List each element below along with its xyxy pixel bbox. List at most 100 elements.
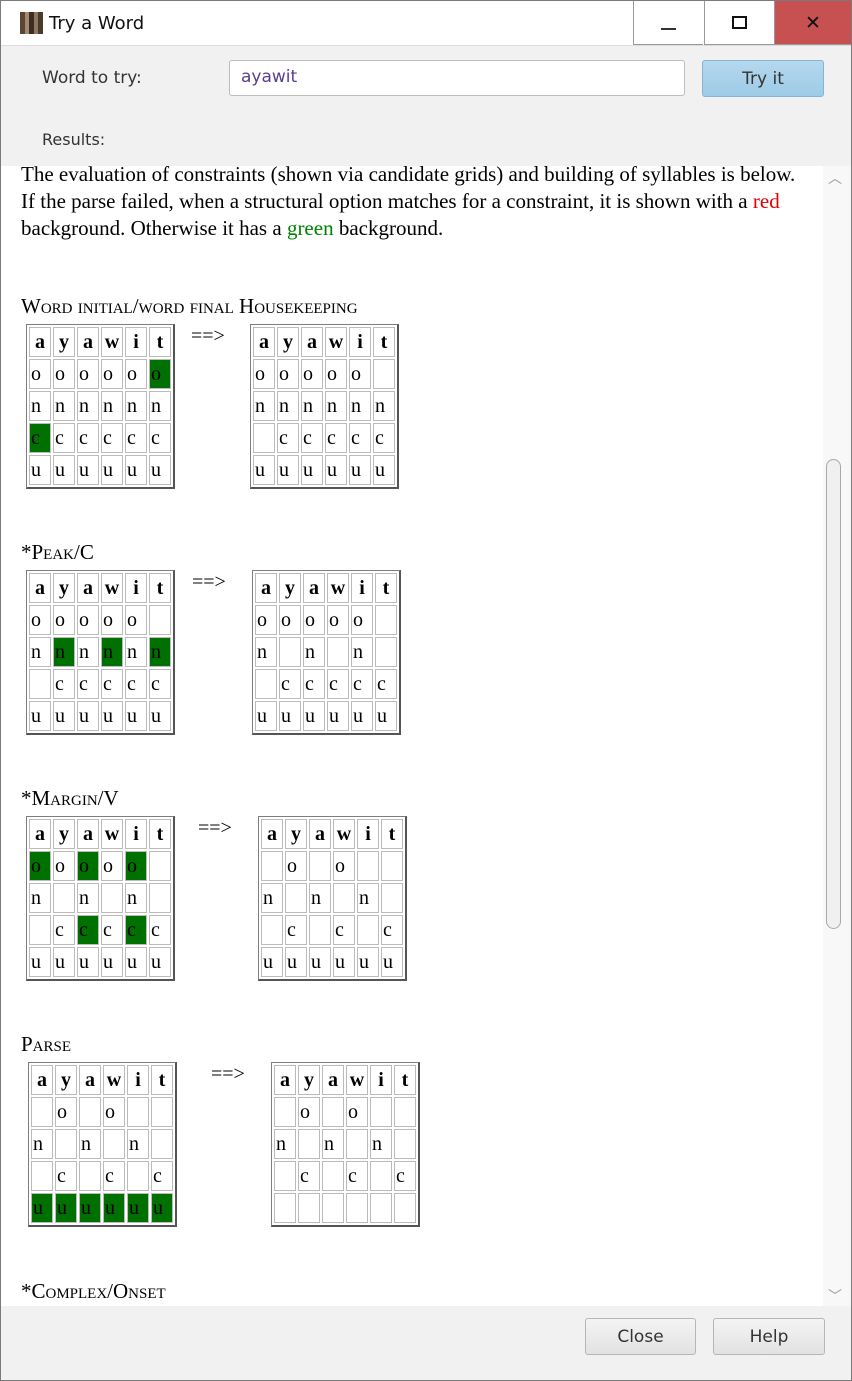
grid-cell bbox=[357, 915, 379, 945]
candidate-grid-after: ayawitooooonnnnnncccccuuuuuu bbox=[250, 324, 399, 489]
grid-cell bbox=[381, 851, 403, 881]
input-panel: Word to try: ayawit Try it Results: bbox=[1, 46, 851, 166]
grid-letter: w bbox=[103, 1065, 125, 1095]
candidate-grid-before: ayawitooooonnncccccuuuuuu bbox=[26, 816, 175, 981]
grid-letter: i bbox=[370, 1065, 392, 1095]
grid-cell: u bbox=[101, 701, 123, 731]
grid-cell: u bbox=[77, 947, 99, 977]
grid-cell: c bbox=[373, 423, 395, 453]
grid-cell: n bbox=[31, 1129, 53, 1159]
grid-cell: n bbox=[149, 637, 171, 667]
grid-cell: o bbox=[125, 359, 147, 389]
grid-letter: i bbox=[127, 1065, 149, 1095]
grid-cell: u bbox=[53, 947, 75, 977]
grid-cell: c bbox=[346, 1161, 368, 1191]
grid-letter: a bbox=[255, 573, 277, 603]
grid-cell bbox=[322, 1161, 344, 1191]
grid-cell: n bbox=[255, 637, 277, 667]
grid-cell: u bbox=[309, 947, 331, 977]
close-icon: ✕ bbox=[805, 11, 821, 34]
grid-cell: n bbox=[125, 391, 147, 421]
grid-letter: a bbox=[322, 1065, 344, 1095]
grid-cell bbox=[309, 915, 331, 945]
grid-cell bbox=[322, 1193, 344, 1223]
grid-cell bbox=[79, 1161, 101, 1191]
close-button[interactable]: Close bbox=[585, 1318, 696, 1355]
grid-letter: a bbox=[31, 1065, 53, 1095]
grid-letter: a bbox=[309, 819, 331, 849]
grid-cell: u bbox=[333, 947, 355, 977]
try-a-word-window: Try a Word ✕ Word to try: ayawit Try it … bbox=[0, 0, 852, 1381]
grid-cell: n bbox=[125, 883, 147, 913]
scroll-down-icon[interactable]: ﹀ bbox=[828, 1286, 842, 1306]
try-it-button[interactable]: Try it bbox=[702, 60, 824, 97]
grid-cell: o bbox=[349, 359, 371, 389]
grid-cell: u bbox=[261, 947, 283, 977]
results-scrollbar[interactable]: ︿ ﹀ bbox=[823, 166, 851, 1306]
maximize-button[interactable] bbox=[704, 1, 774, 45]
intro-paragraph: The evaluation of constraints (shown via… bbox=[21, 166, 801, 242]
grid-row: ccccc bbox=[29, 915, 171, 945]
grid-cell: n bbox=[351, 637, 373, 667]
grid-cell: n bbox=[370, 1129, 392, 1159]
grid-letter: y bbox=[298, 1065, 320, 1095]
candidate-grid-after: ayawitooooonnncccccuuuuuu bbox=[252, 570, 401, 735]
grid-cell bbox=[373, 359, 395, 389]
grid-row: ooooo bbox=[29, 605, 171, 635]
grid-cell: n bbox=[53, 637, 75, 667]
grid-cell: c bbox=[279, 669, 301, 699]
grid-cell bbox=[151, 1097, 173, 1127]
grid-cell bbox=[53, 883, 75, 913]
results-panel[interactable]: The evaluation of constraints (shown via… bbox=[1, 166, 823, 1306]
grid-cell: u bbox=[149, 947, 171, 977]
grid-row: ooooo bbox=[255, 605, 397, 635]
grid-cell: u bbox=[31, 1193, 53, 1223]
grid-cell: c bbox=[349, 423, 371, 453]
grid-letter: a bbox=[303, 573, 325, 603]
minimize-icon bbox=[661, 27, 676, 30]
grid-row: cccccc bbox=[29, 423, 171, 453]
scroll-up-icon[interactable]: ︿ bbox=[828, 168, 842, 188]
grid-cell: n bbox=[322, 1129, 344, 1159]
grid-cell bbox=[357, 851, 379, 881]
grid-cell: u bbox=[77, 455, 99, 485]
grid-cell: o bbox=[125, 851, 147, 881]
grid-cell: n bbox=[29, 637, 51, 667]
grid-cell bbox=[327, 637, 349, 667]
grid-cell: c bbox=[325, 423, 347, 453]
grid-cell: u bbox=[79, 1193, 101, 1223]
grid-cell bbox=[101, 883, 123, 913]
title-bar: Try a Word ✕ bbox=[1, 1, 851, 46]
grid-cell: n bbox=[77, 883, 99, 913]
grid-row bbox=[274, 1193, 416, 1223]
grid-cell: o bbox=[77, 359, 99, 389]
help-button[interactable]: Help bbox=[713, 1318, 825, 1355]
grid-cell: u bbox=[303, 701, 325, 731]
grid-letter: w bbox=[333, 819, 355, 849]
grid-cell: c bbox=[101, 915, 123, 945]
grid-cell: u bbox=[53, 455, 75, 485]
grid-cell: o bbox=[77, 605, 99, 635]
grid-cell bbox=[274, 1097, 296, 1127]
button-bar: Close Help bbox=[1, 1306, 851, 1380]
grid-row: nnn bbox=[274, 1129, 416, 1159]
grid-cell: u bbox=[125, 701, 147, 731]
grid-cell: c bbox=[77, 915, 99, 945]
grid-letter: i bbox=[349, 327, 371, 357]
grid-row: nnn bbox=[261, 883, 403, 913]
close-window-button[interactable]: ✕ bbox=[774, 1, 851, 45]
grid-row: oooooo bbox=[29, 359, 171, 389]
grid-cell: c bbox=[101, 669, 123, 699]
grid-cell bbox=[29, 915, 51, 945]
scrollbar-thumb[interactable] bbox=[826, 459, 841, 929]
grid-row: nnnnnn bbox=[253, 391, 395, 421]
grid-cell: c bbox=[381, 915, 403, 945]
grid-cell bbox=[127, 1097, 149, 1127]
grid-cell: c bbox=[149, 915, 171, 945]
grid-letter: a bbox=[29, 573, 51, 603]
word-input[interactable]: ayawit bbox=[229, 60, 685, 96]
grid-cell bbox=[274, 1193, 296, 1223]
minimize-button[interactable] bbox=[633, 1, 703, 45]
grid-cell: c bbox=[149, 669, 171, 699]
grid-cell bbox=[394, 1129, 416, 1159]
